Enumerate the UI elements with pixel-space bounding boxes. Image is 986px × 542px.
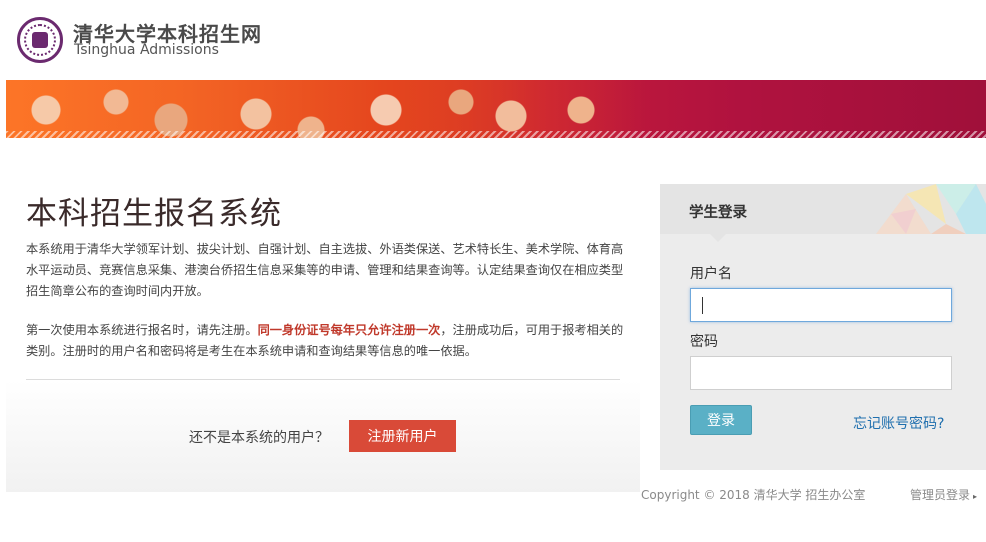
site-header: 清华大学本科招生网 Tsinghua Admissions [0,0,986,80]
notice-text-before: 第一次使用本系统进行报名时，请先注册。 [26,323,258,337]
divider [26,379,620,380]
login-header: 学生登录 [660,184,986,234]
copyright-text: Copyright © 2018 清华大学 招生办公室 [641,488,866,502]
forgot-password-link[interactable]: 忘记账号密码? [853,413,944,433]
login-button[interactable]: 登录 [690,405,752,435]
seal-ring [24,24,56,56]
admin-login-label[interactable]: 管理员登录 [910,488,970,502]
username-input[interactable] [690,288,952,322]
text-caret [702,297,703,314]
login-title: 学生登录 [689,205,747,221]
notice-warning: 同一身份证号每年只允许注册一次 [257,323,441,337]
register-button[interactable]: 注册新用户 [349,420,456,452]
system-description: 本系统用于清华大学领军计划、拔尖计划、自强计划、自主选拔、外语类保送、艺术特长生… [26,242,624,298]
decorative-polygons [876,184,986,234]
seal-core [32,32,48,48]
password-input[interactable] [690,356,952,390]
hero-banner [6,80,986,138]
password-label: 密码 [690,334,718,350]
registration-notice: 第一次使用本系统进行报名时，请先注册。同一身份证号每年只允许注册一次，注册成功后… [26,320,624,362]
register-prompt: 还不是本系统的用户？ [189,430,329,446]
header-pointer [710,234,726,242]
banner-stripe [6,131,986,138]
student-login-panel: 学生登录 用户名 密码 登录 忘记账号密码? [660,184,986,470]
system-intro-panel: 本科招生报名系统 本系统用于清华大学领军计划、拔尖计划、自强计划、自主选拔、外语… [6,170,640,492]
banner-crowd-photo [6,80,646,138]
admin-login-link[interactable]: 管理员登录 ▸ [910,486,977,503]
site-title-en[interactable]: Tsinghua Admissions [74,42,219,58]
page-title: 本科招生报名系统 [26,196,282,232]
tsinghua-seal-logo[interactable] [17,17,63,63]
caret-right-icon: ▸ [973,492,978,501]
username-label: 用户名 [690,266,732,282]
